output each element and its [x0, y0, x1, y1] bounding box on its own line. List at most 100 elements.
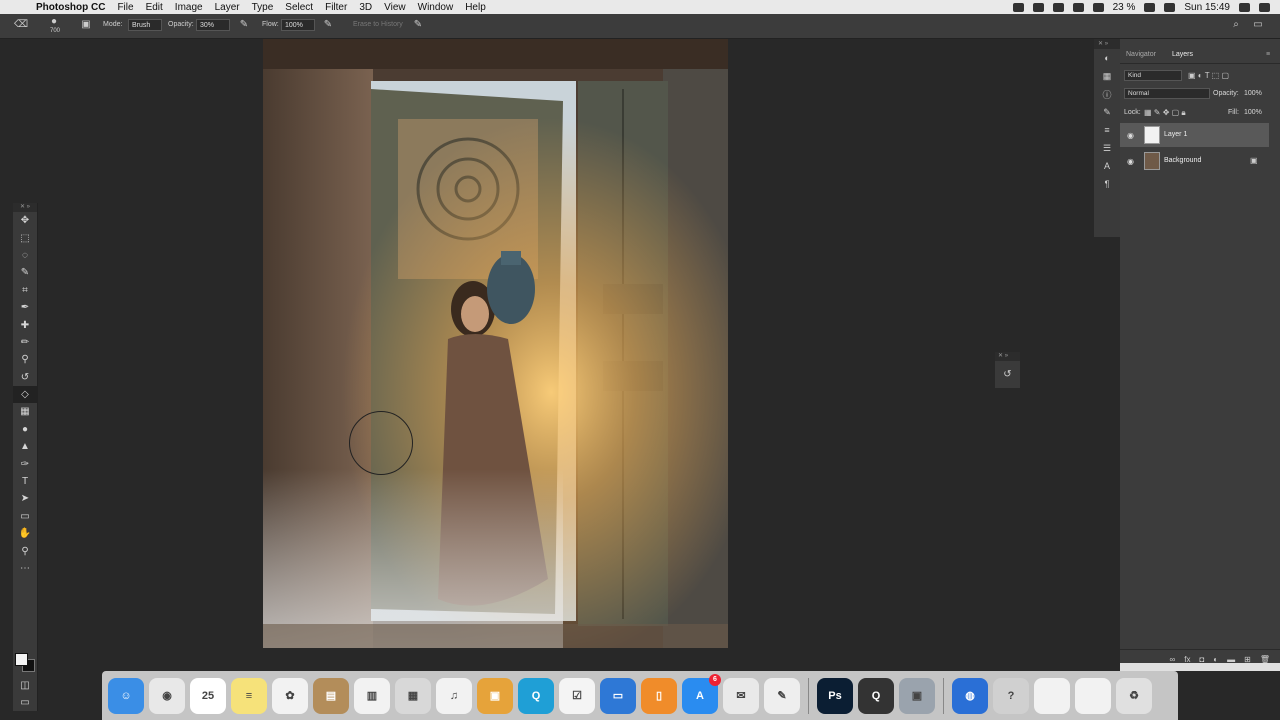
eraser-tool-icon[interactable]: ◇	[13, 385, 37, 404]
foreground-color-swatch[interactable]	[15, 653, 28, 666]
menu-help[interactable]: Help	[465, 2, 486, 13]
spotlight-icon[interactable]	[1239, 2, 1250, 12]
brush-tool-icon[interactable]: ✏	[13, 334, 37, 351]
workspace-icon[interactable]: ▭	[1252, 19, 1264, 31]
menu-file[interactable]: File	[117, 2, 133, 13]
dock-app-photos[interactable]: ✿	[272, 677, 308, 714]
brush-preview-icon[interactable]: ●	[48, 16, 60, 28]
status-volume-icon[interactable]	[1092, 2, 1104, 12]
layer-row-layer-1[interactable]: ◉ Layer 1	[1120, 123, 1269, 147]
status-cc-icon[interactable]	[1032, 2, 1044, 12]
menubar-clock[interactable]: Sun 15:49	[1184, 2, 1230, 13]
dock-app-reminders[interactable]: ☑	[559, 677, 595, 714]
menu-image[interactable]: Image	[175, 2, 203, 13]
filter-kind-select[interactable]: Kind	[1124, 70, 1182, 81]
dock-app-contacts[interactable]: ▤	[313, 677, 349, 714]
layer-row-background[interactable]: ◉ Background ▣	[1120, 149, 1269, 173]
lasso-tool-icon[interactable]: ◌	[13, 247, 37, 264]
dock-app-keynote[interactable]: ▭	[600, 677, 636, 714]
visibility-eye-icon[interactable]: ◉	[1127, 157, 1134, 166]
dock-app-photoshop[interactable]: Ps	[817, 677, 853, 714]
quick-mask-icon[interactable]: ◫	[13, 677, 37, 694]
dock-app-notes[interactable]: ≡	[231, 677, 267, 714]
dock-app-chrome[interactable]: ◉	[149, 677, 185, 714]
document-canvas[interactable]	[263, 39, 728, 648]
dock-app-numbers[interactable]: ▥	[354, 677, 390, 714]
character-panel-icon[interactable]: A	[1094, 157, 1120, 175]
dock-app-app-store[interactable]: A6	[682, 673, 721, 714]
dock-app-trash[interactable]: ♻	[1116, 677, 1152, 714]
menu-select[interactable]: Select	[285, 2, 313, 13]
menu-layer[interactable]: Layer	[215, 2, 240, 13]
zoom-tool-icon[interactable]: ⚲	[13, 542, 37, 559]
move-tool-icon[interactable]: ✥	[13, 212, 37, 229]
adjustments-panel-icon[interactable]: ≡	[1094, 121, 1120, 139]
eyedropper-tool-icon[interactable]: ✒	[13, 299, 37, 316]
menu-view[interactable]: View	[384, 2, 406, 13]
status-record-icon[interactable]	[1012, 2, 1024, 12]
menu-edit[interactable]: Edit	[146, 2, 163, 13]
hand-tool-icon[interactable]: ✋	[13, 525, 37, 542]
properties-panel-icon[interactable]: ☰	[1094, 139, 1120, 157]
blur-tool-icon[interactable]: ●	[13, 421, 37, 438]
menu-3d[interactable]: 3D	[359, 2, 372, 13]
erase-to-history-checkbox[interactable]: Erase to History	[353, 21, 403, 28]
dodge-tool-icon[interactable]: ▲	[13, 438, 37, 455]
pressure-opacity-icon[interactable]: ✎	[238, 19, 250, 31]
dock-app-ibooks[interactable]: ▯	[641, 677, 677, 714]
type-tool-icon[interactable]: T	[13, 473, 37, 490]
path-select-tool-icon[interactable]: ➤	[13, 490, 37, 507]
battery-percent[interactable]: 23 %	[1113, 2, 1136, 13]
mode-select[interactable]: Brush	[128, 19, 162, 31]
tab-navigator[interactable]: Navigator	[1126, 51, 1156, 58]
dock-app-itunes[interactable]: ♫	[436, 677, 472, 714]
paragraph-panel-icon[interactable]: ¶	[1094, 175, 1120, 193]
fill-field[interactable]: 100%	[1244, 109, 1262, 116]
tab-layers[interactable]: Layers	[1172, 51, 1194, 58]
dock-app-image-capture[interactable]: ▣	[899, 677, 935, 714]
info-panel-icon[interactable]: ⓘ	[1094, 85, 1120, 103]
visibility-eye-icon[interactable]: ◉	[1127, 131, 1134, 140]
status-dropbox-icon[interactable]	[1052, 2, 1064, 12]
eraser-preset-icon[interactable]: ⌫	[14, 19, 28, 31]
shape-tool-icon[interactable]: ▭	[13, 508, 37, 525]
gradient-tool-icon[interactable]: ▦	[13, 403, 37, 420]
status-wifi-icon[interactable]	[1072, 2, 1084, 12]
libraries-panel-icon[interactable]: ▦	[1094, 67, 1120, 85]
dock-app-window-2[interactable]	[1075, 677, 1111, 714]
dock-app-network[interactable]: ◍	[952, 677, 988, 714]
brush-panel-icon[interactable]: ▣	[80, 19, 92, 31]
dock-app-folder[interactable]: ▣	[477, 677, 513, 714]
pressure-size-icon[interactable]: ✎	[412, 19, 424, 31]
menu-filter[interactable]: Filter	[325, 2, 347, 13]
clone-stamp-tool-icon[interactable]: ⚲	[13, 351, 37, 368]
dock-app-help[interactable]: ?	[993, 677, 1029, 714]
brush-settings-icon[interactable]: ✎	[1094, 103, 1120, 121]
opacity-field[interactable]: 30%	[196, 19, 230, 31]
dock-app-preview[interactable]: ▦	[395, 677, 431, 714]
blend-mode-select[interactable]: Normal	[1124, 88, 1210, 99]
screen-mode-icon[interactable]: ▭	[13, 694, 37, 711]
search-icon[interactable]: ⌕	[1230, 19, 1242, 31]
filter-icons[interactable]: ▣ ◐ T ⬚ ▢	[1188, 71, 1229, 80]
notification-center-icon[interactable]	[1259, 2, 1270, 12]
color-panel-icon[interactable]: ◐	[1094, 49, 1120, 67]
history-panel-icon[interactable]: ↺	[995, 361, 1020, 387]
crop-tool-icon[interactable]: ⌗	[13, 282, 37, 299]
dock-app-finder[interactable]: ☺	[108, 677, 144, 714]
dock-app-quicktime-player[interactable]: Q	[858, 677, 894, 714]
flow-field[interactable]: 100%	[281, 19, 315, 31]
airbrush-icon[interactable]: ✎	[322, 19, 334, 31]
more-tools-icon[interactable]: ⋯	[13, 560, 37, 577]
battery-icon[interactable]	[1144, 2, 1156, 12]
menu-type[interactable]: Type	[252, 2, 274, 13]
panel-menu-icon[interactable]: ≡	[1266, 51, 1270, 58]
floating-panel-header[interactable]: ✕ »	[995, 352, 1020, 361]
dock-app-calendar[interactable]: 25	[190, 677, 226, 714]
dock-app-textedit[interactable]: ✎	[764, 677, 800, 714]
dock-app-quicktime[interactable]: Q	[518, 677, 554, 714]
pen-tool-icon[interactable]: ✑	[13, 455, 37, 472]
spot-healing-tool-icon[interactable]: ✚	[13, 316, 37, 333]
layer-opacity-field[interactable]: 100%	[1244, 90, 1262, 97]
horizontal-scrollbar[interactable]	[1120, 663, 1280, 671]
